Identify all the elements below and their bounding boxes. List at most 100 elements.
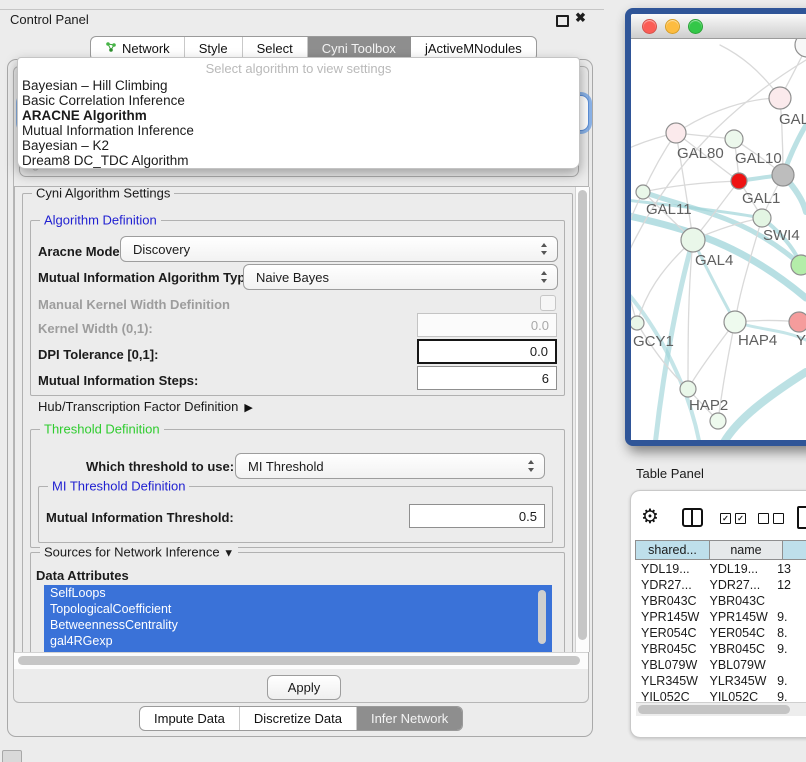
- float-panel-icon[interactable]: [556, 15, 569, 27]
- table-cell: YBL079W: [705, 658, 773, 672]
- minimized-panel-icon[interactable]: [2, 750, 22, 762]
- table-scroll-thumb[interactable]: [638, 705, 790, 714]
- table-row[interactable]: YBR043CYBR043C: [637, 593, 806, 609]
- node-label: GAL80: [677, 145, 724, 162]
- table-row[interactable]: YLR345WYLR345W9.: [637, 673, 806, 689]
- algorithm-option-bayesian-hill-climbing[interactable]: Bayesian – Hill Climbing: [18, 78, 579, 93]
- which-threshold-select[interactable]: MI Threshold: [235, 453, 545, 479]
- cyni-mode-tabs: Impute DataDiscretize Data Infer Network: [139, 706, 463, 731]
- table-cell: YDL19...: [705, 562, 773, 576]
- network-node-gal11[interactable]: [636, 185, 650, 199]
- algorithm-option-bayesian-k2[interactable]: Bayesian – K2: [18, 138, 579, 153]
- node-label: GAL11: [646, 201, 692, 218]
- tab-discretize-data[interactable]: Discretize Data: [240, 707, 357, 730]
- attribute-item-betweennesscentrality[interactable]: BetweennessCentrality: [44, 617, 552, 633]
- tab-label: Network: [122, 41, 170, 56]
- kernel-width-label: Kernel Width (0,1):: [38, 321, 153, 336]
- column-layout-icon[interactable]: [682, 508, 703, 527]
- table-row[interactable]: YBR045CYBR045C9.: [637, 641, 806, 657]
- algorithm-option-basic-correlation-inference[interactable]: Basic Correlation Inference: [18, 93, 579, 108]
- checked-box-icon: ✓: [720, 513, 731, 524]
- minimize-light[interactable]: [665, 19, 680, 34]
- panel-title: Control Panel: [10, 12, 89, 27]
- stepper-arrows-icon: [528, 460, 535, 472]
- network-canvas[interactable]: GALGAL80GAL10GAL1GAL11SWI4GAL4GCY1HAP4YH…: [631, 39, 806, 440]
- network-node-gal[interactable]: [769, 87, 791, 109]
- algorithm-option-dream8-dc-tdc-algorithm[interactable]: Dream8 DC_TDC Algorithm: [18, 153, 579, 168]
- apply-button[interactable]: Apply: [267, 675, 341, 700]
- list-scrollbar-thumb[interactable]: [538, 590, 546, 644]
- sources-legend[interactable]: Sources for Network Inference ▼: [40, 545, 238, 560]
- document-icon[interactable]: [797, 506, 806, 529]
- dpi-tolerance-field[interactable]: 0.0: [417, 339, 557, 364]
- table-row[interactable]: YDR27...YDR27...12: [637, 577, 806, 593]
- network-node-gal80[interactable]: [666, 123, 686, 143]
- table-horizontal-scrollbar[interactable]: [636, 702, 806, 716]
- deselect-all-icon[interactable]: [758, 513, 784, 524]
- zoom-light[interactable]: [688, 19, 703, 34]
- tab-impute-data[interactable]: Impute Data: [140, 707, 240, 730]
- tab-infer-network[interactable]: Infer Network: [357, 707, 462, 730]
- mi-steps-field[interactable]: 6: [417, 366, 557, 390]
- tab-label: Infer Network: [371, 711, 448, 726]
- algorithm-options: Bayesian – Hill ClimbingBasic Correlatio…: [18, 78, 579, 168]
- table-row[interactable]: YPR145WYPR145W9.: [637, 609, 806, 625]
- hub-definition-toggle[interactable]: Hub/Transcription Factor Definition▶: [38, 399, 253, 414]
- close-light[interactable]: [642, 19, 657, 34]
- table-row[interactable]: YIL052CYIL052C9.: [637, 689, 806, 701]
- aracne-mode-label: Aracne Mode:: [38, 244, 124, 259]
- network-window-titlebar[interactable]: [631, 14, 806, 39]
- collapse-down-icon: ▼: [223, 548, 234, 560]
- horizontal-scroll-thumb[interactable]: [18, 656, 580, 665]
- attribute-item-selfloops[interactable]: SelfLoops: [44, 585, 552, 601]
- attribute-item-gal4rgexp[interactable]: gal4RGexp: [44, 633, 552, 649]
- network-node-gal1[interactable]: [731, 173, 747, 189]
- column-header-a[interactable]: A: [782, 540, 806, 560]
- table-cell: YBR043C: [637, 594, 705, 608]
- desktop: Control Panel ✖ NetworkStyleSelectCyni T…: [0, 0, 806, 762]
- algorithm-option-aracne-algorithm[interactable]: ARACNE Algorithm: [18, 108, 579, 123]
- tab-label: jActiveMNodules: [425, 41, 522, 56]
- network-node[interactable]: [795, 39, 806, 57]
- settings-horizontal-scrollbar[interactable]: [14, 652, 588, 669]
- network-graph: GALGAL80GAL10GAL1GAL11SWI4GAL4GCY1HAP4YH…: [631, 39, 806, 440]
- column-header-shared[interactable]: shared...: [635, 540, 710, 560]
- table-row[interactable]: YDL19...YDL19...13: [637, 561, 806, 577]
- which-threshold-label: Which threshold to use:: [86, 459, 234, 474]
- close-icon[interactable]: ✖: [575, 10, 586, 26]
- network-node[interactable]: [772, 164, 794, 186]
- algorithm-option-mutual-information-inference[interactable]: Mutual Information Inference: [18, 123, 579, 138]
- settings-scroll-area: Cyni Algorithm Settings Algorithm Defini…: [14, 186, 589, 653]
- table-row[interactable]: YER054CYER054C8.: [637, 625, 806, 641]
- manual-kernel-checkbox[interactable]: [540, 295, 556, 311]
- tab-label: Select: [257, 41, 293, 56]
- manual-kernel-label: Manual Kernel Width Definition: [38, 297, 230, 312]
- aracne-mode-select[interactable]: Discovery: [120, 236, 558, 262]
- select-all-icon[interactable]: ✓ ✓: [720, 513, 746, 524]
- data-attributes-list[interactable]: SelfLoopsTopologicalCoefficientBetweenne…: [44, 585, 552, 653]
- settings-vertical-scrollbar[interactable]: [575, 187, 590, 652]
- table-cell: 13: [773, 562, 806, 576]
- gear-icon[interactable]: ⚙: [641, 504, 659, 529]
- table-cell: 12: [773, 578, 806, 592]
- table-cell: 9.: [773, 642, 806, 656]
- network-node-gal10[interactable]: [725, 130, 743, 148]
- kernel-width-field[interactable]: 0.0: [417, 313, 557, 337]
- network-node-gal4[interactable]: [681, 228, 705, 252]
- column-header-name[interactable]: name: [709, 540, 783, 560]
- attribute-item-topologicalcoefficient[interactable]: TopologicalCoefficient: [44, 601, 552, 617]
- network-node-swi4[interactable]: [753, 209, 771, 227]
- mi-threshold-field[interactable]: 0.5: [409, 504, 545, 528]
- network-node-hap2[interactable]: [680, 381, 696, 397]
- network-node-hap4[interactable]: [724, 311, 746, 333]
- unchecked-box-icon: [773, 513, 784, 524]
- network-node-gcy1[interactable]: [631, 316, 644, 330]
- vertical-scroll-thumb[interactable]: [578, 190, 587, 640]
- network-node-y[interactable]: [789, 312, 806, 332]
- data-attributes-label: Data Attributes: [36, 568, 129, 583]
- table-row[interactable]: YBL079WYBL079W: [637, 657, 806, 673]
- network-view-window[interactable]: GALGAL80GAL10GAL1GAL11SWI4GAL4GCY1HAP4YH…: [625, 8, 806, 446]
- network-node[interactable]: [710, 413, 726, 429]
- network-node[interactable]: [791, 255, 806, 275]
- mi-type-select[interactable]: Naive Bayes: [243, 264, 558, 290]
